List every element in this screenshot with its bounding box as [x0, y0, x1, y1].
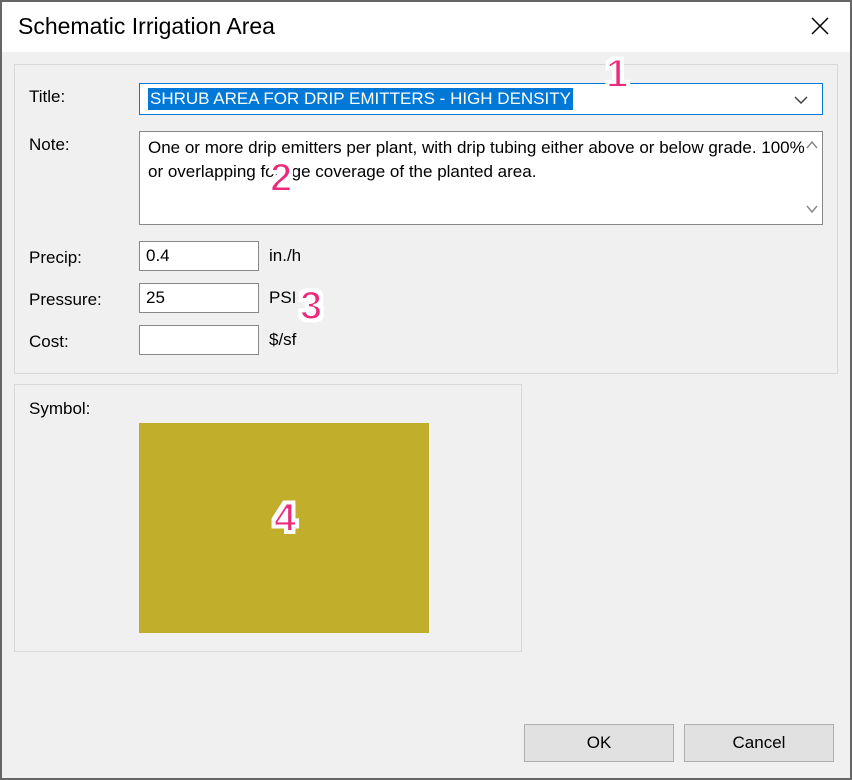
pressure-label: Pressure: [29, 286, 139, 310]
title-row: Title: SHRUB AREA FOR DRIP EMITTERS - HI… [29, 83, 823, 115]
precip-label: Precip: [29, 244, 139, 268]
titlebar: Schematic Irrigation Area [2, 2, 850, 52]
title-label: Title: [29, 83, 139, 107]
precip-row: Precip: in./h [29, 241, 823, 271]
chevron-down-icon [788, 89, 814, 109]
symbol-label: Symbol: [29, 399, 507, 419]
content-area: Title: SHRUB AREA FOR DRIP EMITTERS - HI… [2, 52, 850, 778]
precip-input[interactable] [139, 241, 259, 271]
cost-unit: $/sf [269, 330, 296, 350]
cost-input[interactable] [139, 325, 259, 355]
cancel-button[interactable]: Cancel [684, 724, 834, 762]
dialog-window: Schematic Irrigation Area Title: SHRUB A… [2, 2, 850, 778]
window-title: Schematic Irrigation Area [18, 13, 275, 40]
pressure-row: Pressure: PSI [29, 283, 823, 313]
pressure-unit: PSI [269, 288, 296, 308]
note-textarea[interactable]: One or more drip emitters per plant, wit… [139, 131, 823, 225]
scroll-up-icon[interactable] [806, 136, 818, 156]
title-dropdown[interactable]: SHRUB AREA FOR DRIP EMITTERS - HIGH DENS… [139, 83, 823, 115]
title-value: SHRUB AREA FOR DRIP EMITTERS - HIGH DENS… [148, 88, 573, 110]
cost-row: Cost: $/sf [29, 325, 823, 355]
scroll-down-icon[interactable] [806, 200, 818, 220]
close-icon[interactable] [806, 12, 834, 40]
button-bar: OK Cancel [14, 712, 838, 766]
precip-unit: in./h [269, 246, 301, 266]
symbol-swatch[interactable] [139, 423, 429, 633]
symbol-section: Symbol: [14, 384, 522, 652]
note-row: Note: One or more drip emitters per plan… [29, 131, 823, 225]
note-text: One or more drip emitters per plant, wit… [148, 138, 805, 181]
ok-button[interactable]: OK [524, 724, 674, 762]
pressure-input[interactable] [139, 283, 259, 313]
form-fieldset: Title: SHRUB AREA FOR DRIP EMITTERS - HI… [14, 64, 838, 374]
cost-label: Cost: [29, 328, 139, 352]
note-label: Note: [29, 131, 139, 155]
